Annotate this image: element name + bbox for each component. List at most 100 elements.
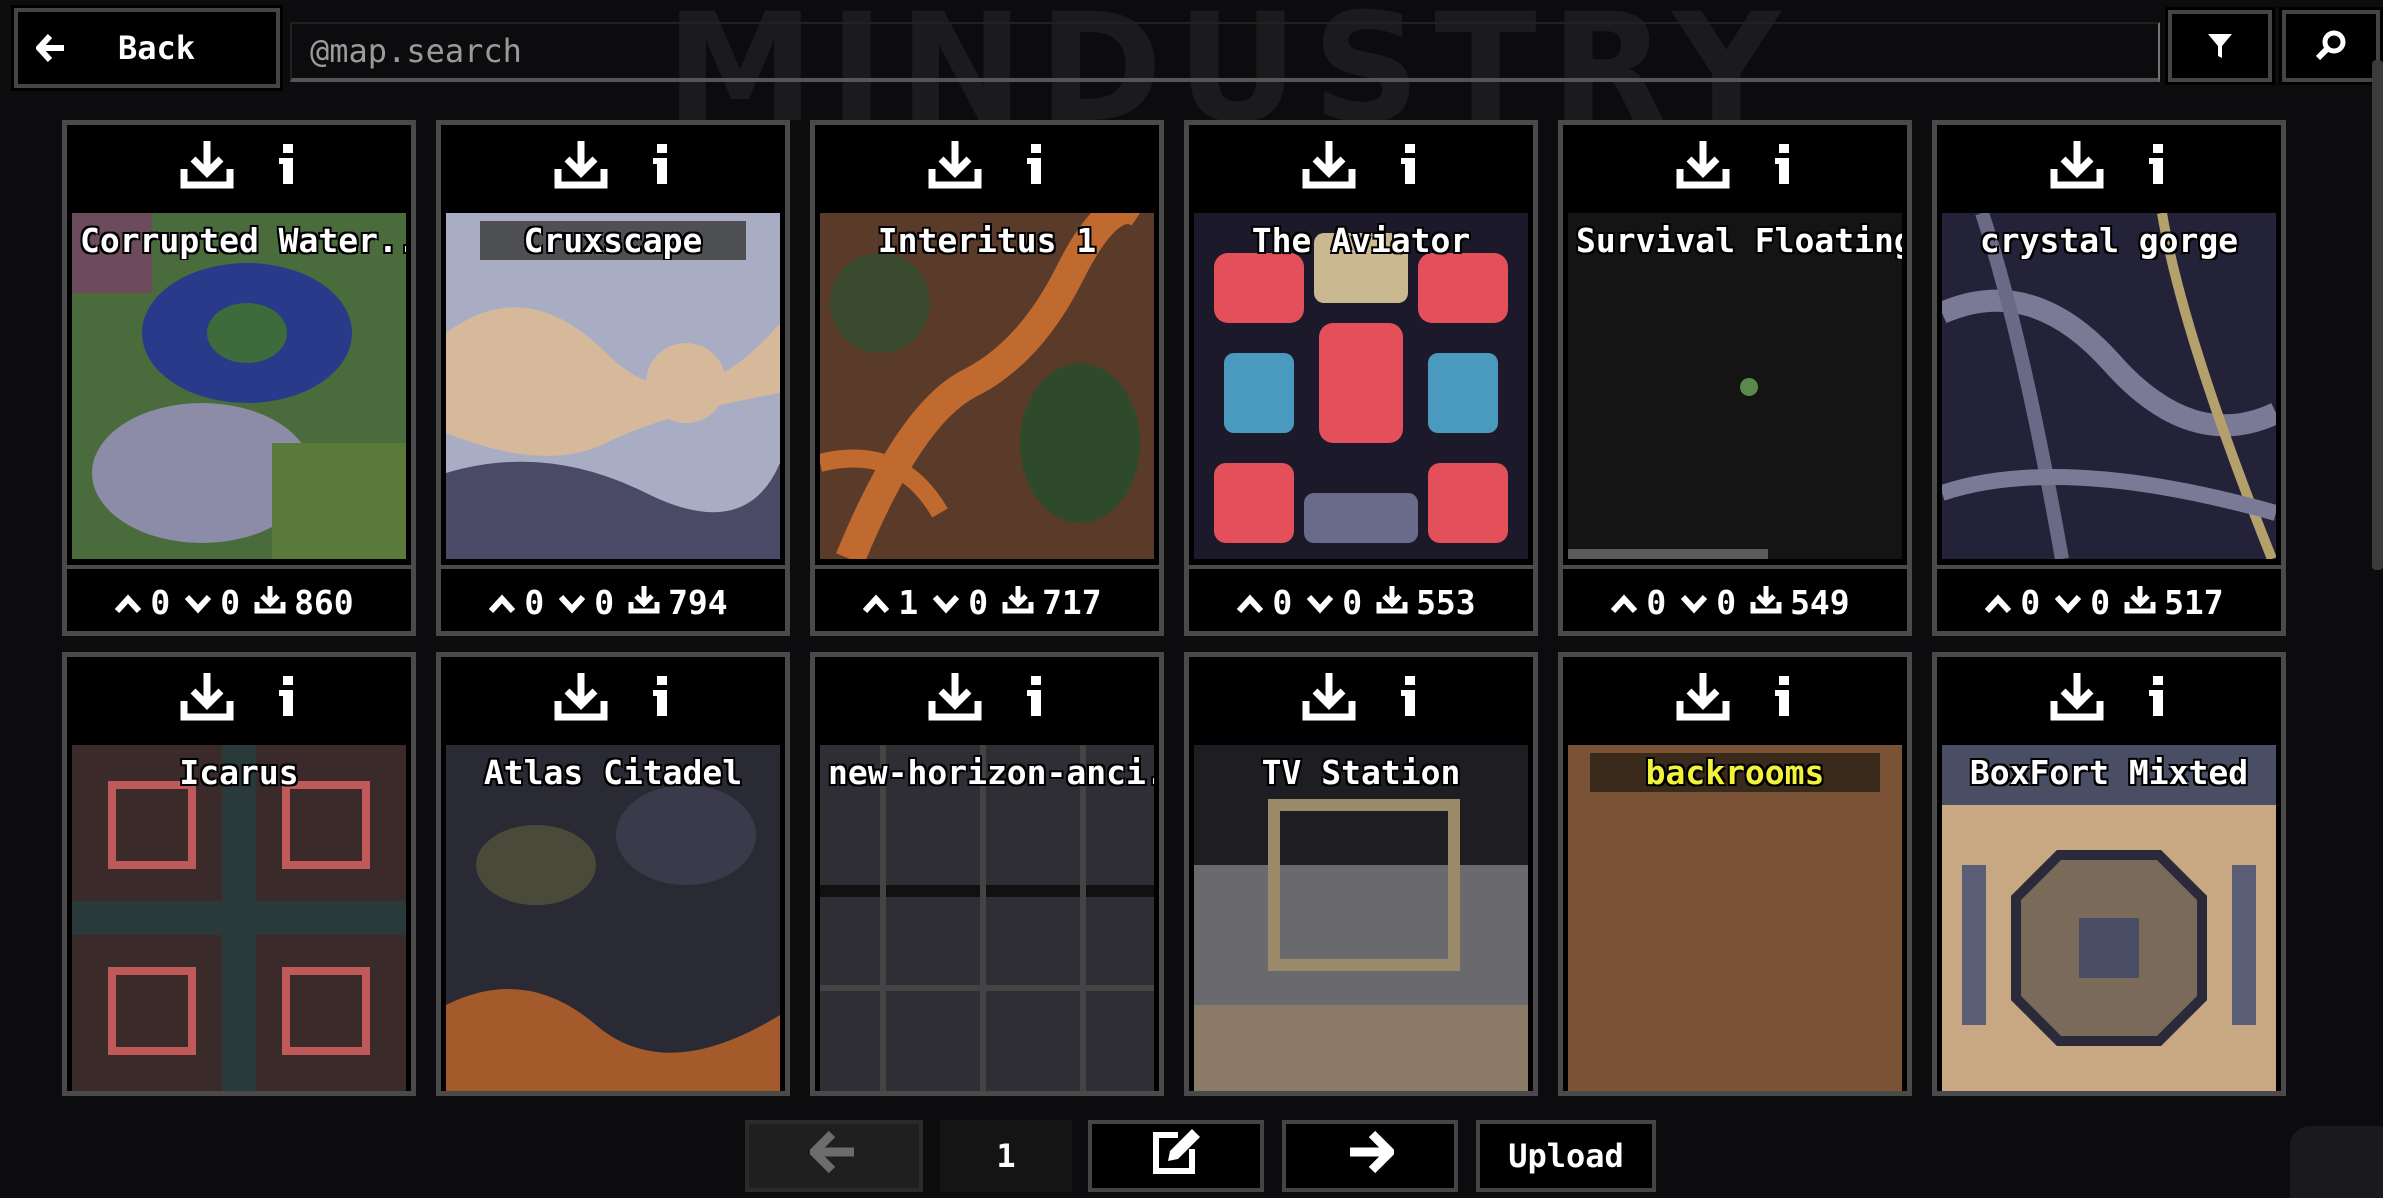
map-title: Icarus — [179, 753, 299, 792]
downvote-count: 0 — [1342, 582, 1363, 622]
filter-button[interactable] — [2165, 7, 2275, 85]
download-icon[interactable] — [928, 671, 982, 725]
download-icon[interactable] — [928, 139, 982, 193]
map-card[interactable]: new-horizon-anci... — [810, 652, 1164, 1096]
map-stats: 0 0 553 — [1189, 565, 1533, 635]
downvote-icon[interactable] — [932, 583, 960, 622]
info-icon[interactable] — [2148, 674, 2168, 722]
download-count-icon — [254, 583, 286, 622]
map-preview[interactable] — [72, 213, 406, 559]
map-preview[interactable] — [1568, 745, 1902, 1091]
download-count-icon — [628, 583, 660, 622]
map-title: TV Station — [1261, 753, 1461, 792]
map-title: crystal gorge — [1979, 221, 2239, 260]
map-title: Survival Floating ... — [1576, 221, 1902, 260]
info-icon[interactable] — [1026, 142, 1046, 190]
map-preview[interactable] — [1942, 745, 2276, 1091]
map-title: Cruxscape — [446, 221, 780, 260]
upvote-count: 0 — [150, 582, 171, 622]
map-title: Interitus 1 — [877, 221, 1097, 260]
upvote-count: 0 — [2020, 582, 2041, 622]
downvote-icon[interactable] — [558, 583, 586, 622]
map-preview[interactable] — [1942, 213, 2276, 559]
map-card[interactable]: crystal gorge 0 0 517 — [1932, 120, 2286, 636]
map-card[interactable]: Cruxscape 0 0 794 — [436, 120, 790, 636]
upvote-count: 0 — [1272, 582, 1293, 622]
upload-button[interactable]: Upload — [1476, 1120, 1656, 1192]
upvote-icon[interactable] — [1610, 583, 1638, 622]
download-count: 794 — [668, 582, 728, 622]
upvote-icon[interactable] — [1236, 583, 1264, 622]
map-stats: 1 0 717 — [815, 565, 1159, 635]
upvote-icon[interactable] — [114, 583, 142, 622]
download-icon[interactable] — [2050, 671, 2104, 725]
map-preview[interactable] — [1194, 213, 1528, 559]
map-card[interactable]: Interitus 1 1 0 717 — [810, 120, 1164, 636]
info-icon[interactable] — [652, 142, 672, 190]
info-icon[interactable] — [1774, 142, 1794, 190]
download-icon[interactable] — [180, 671, 234, 725]
page-number: 1 — [940, 1120, 1072, 1192]
discord-icon[interactable] — [2290, 1126, 2383, 1198]
edit-button[interactable] — [1088, 1120, 1264, 1192]
download-icon[interactable] — [2050, 139, 2104, 193]
downvote-icon[interactable] — [1680, 583, 1708, 622]
previous-page-button[interactable] — [745, 1120, 923, 1192]
map-preview[interactable] — [446, 213, 780, 559]
map-card[interactable]: BoxFort Mixted — [1932, 652, 2286, 1096]
map-preview[interactable] — [1568, 213, 1902, 559]
scrollbar[interactable] — [2372, 60, 2383, 570]
download-icon[interactable] — [180, 139, 234, 193]
download-count: 553 — [1416, 582, 1476, 622]
map-card[interactable]: Atlas Citadel — [436, 652, 790, 1096]
arrow-left-icon — [36, 33, 66, 63]
download-count-icon — [1002, 583, 1034, 622]
map-card[interactable]: Icarus — [62, 652, 416, 1096]
downvote-count: 0 — [2090, 582, 2111, 622]
arrow-right-icon — [1346, 1130, 1397, 1182]
upvote-icon[interactable] — [862, 583, 890, 622]
download-icon[interactable] — [1676, 139, 1730, 193]
filter-icon — [2207, 32, 2233, 60]
info-icon[interactable] — [1400, 674, 1420, 722]
download-icon[interactable] — [1302, 139, 1356, 193]
info-icon[interactable] — [278, 142, 298, 190]
download-count: 860 — [294, 582, 354, 622]
map-title: The Aviator — [1251, 221, 1471, 260]
search-input[interactable] — [290, 22, 2160, 82]
map-title: BoxFort Mixted — [1969, 753, 2249, 792]
download-icon[interactable] — [554, 139, 608, 193]
map-card[interactable]: Corrupted Water... 0 0 860 — [62, 120, 416, 636]
next-page-button[interactable] — [1282, 1120, 1458, 1192]
search-button[interactable] — [2279, 7, 2383, 85]
info-icon[interactable] — [652, 674, 672, 722]
upvote-icon[interactable] — [1984, 583, 2012, 622]
download-icon[interactable] — [554, 671, 608, 725]
map-preview[interactable] — [446, 745, 780, 1091]
downvote-icon[interactable] — [2054, 583, 2082, 622]
map-card[interactable]: Survival Floating ... 0 0 549 — [1558, 120, 1912, 636]
downvote-icon[interactable] — [184, 583, 212, 622]
info-icon[interactable] — [1026, 674, 1046, 722]
download-icon[interactable] — [1676, 671, 1730, 725]
info-icon[interactable] — [278, 674, 298, 722]
info-icon[interactable] — [1774, 674, 1794, 722]
search-icon — [2315, 30, 2347, 62]
map-preview[interactable] — [820, 213, 1154, 559]
map-card[interactable]: The Aviator 0 0 553 — [1184, 120, 1538, 636]
map-title: Atlas Citadel — [483, 753, 743, 792]
map-preview[interactable] — [1194, 745, 1528, 1091]
map-stats: 0 0 517 — [1937, 565, 2281, 635]
download-icon[interactable] — [1302, 671, 1356, 725]
map-card[interactable]: backrooms — [1558, 652, 1912, 1096]
info-icon[interactable] — [2148, 142, 2168, 190]
map-card[interactable]: TV Station — [1184, 652, 1538, 1096]
downvote-icon[interactable] — [1306, 583, 1334, 622]
map-title: backrooms — [1568, 753, 1902, 792]
info-icon[interactable] — [1400, 142, 1420, 190]
upvote-icon[interactable] — [488, 583, 516, 622]
back-button[interactable]: Back — [11, 5, 283, 91]
map-preview[interactable] — [72, 745, 406, 1091]
map-title: Corrupted Water... — [80, 221, 406, 260]
map-preview[interactable] — [820, 745, 1154, 1091]
